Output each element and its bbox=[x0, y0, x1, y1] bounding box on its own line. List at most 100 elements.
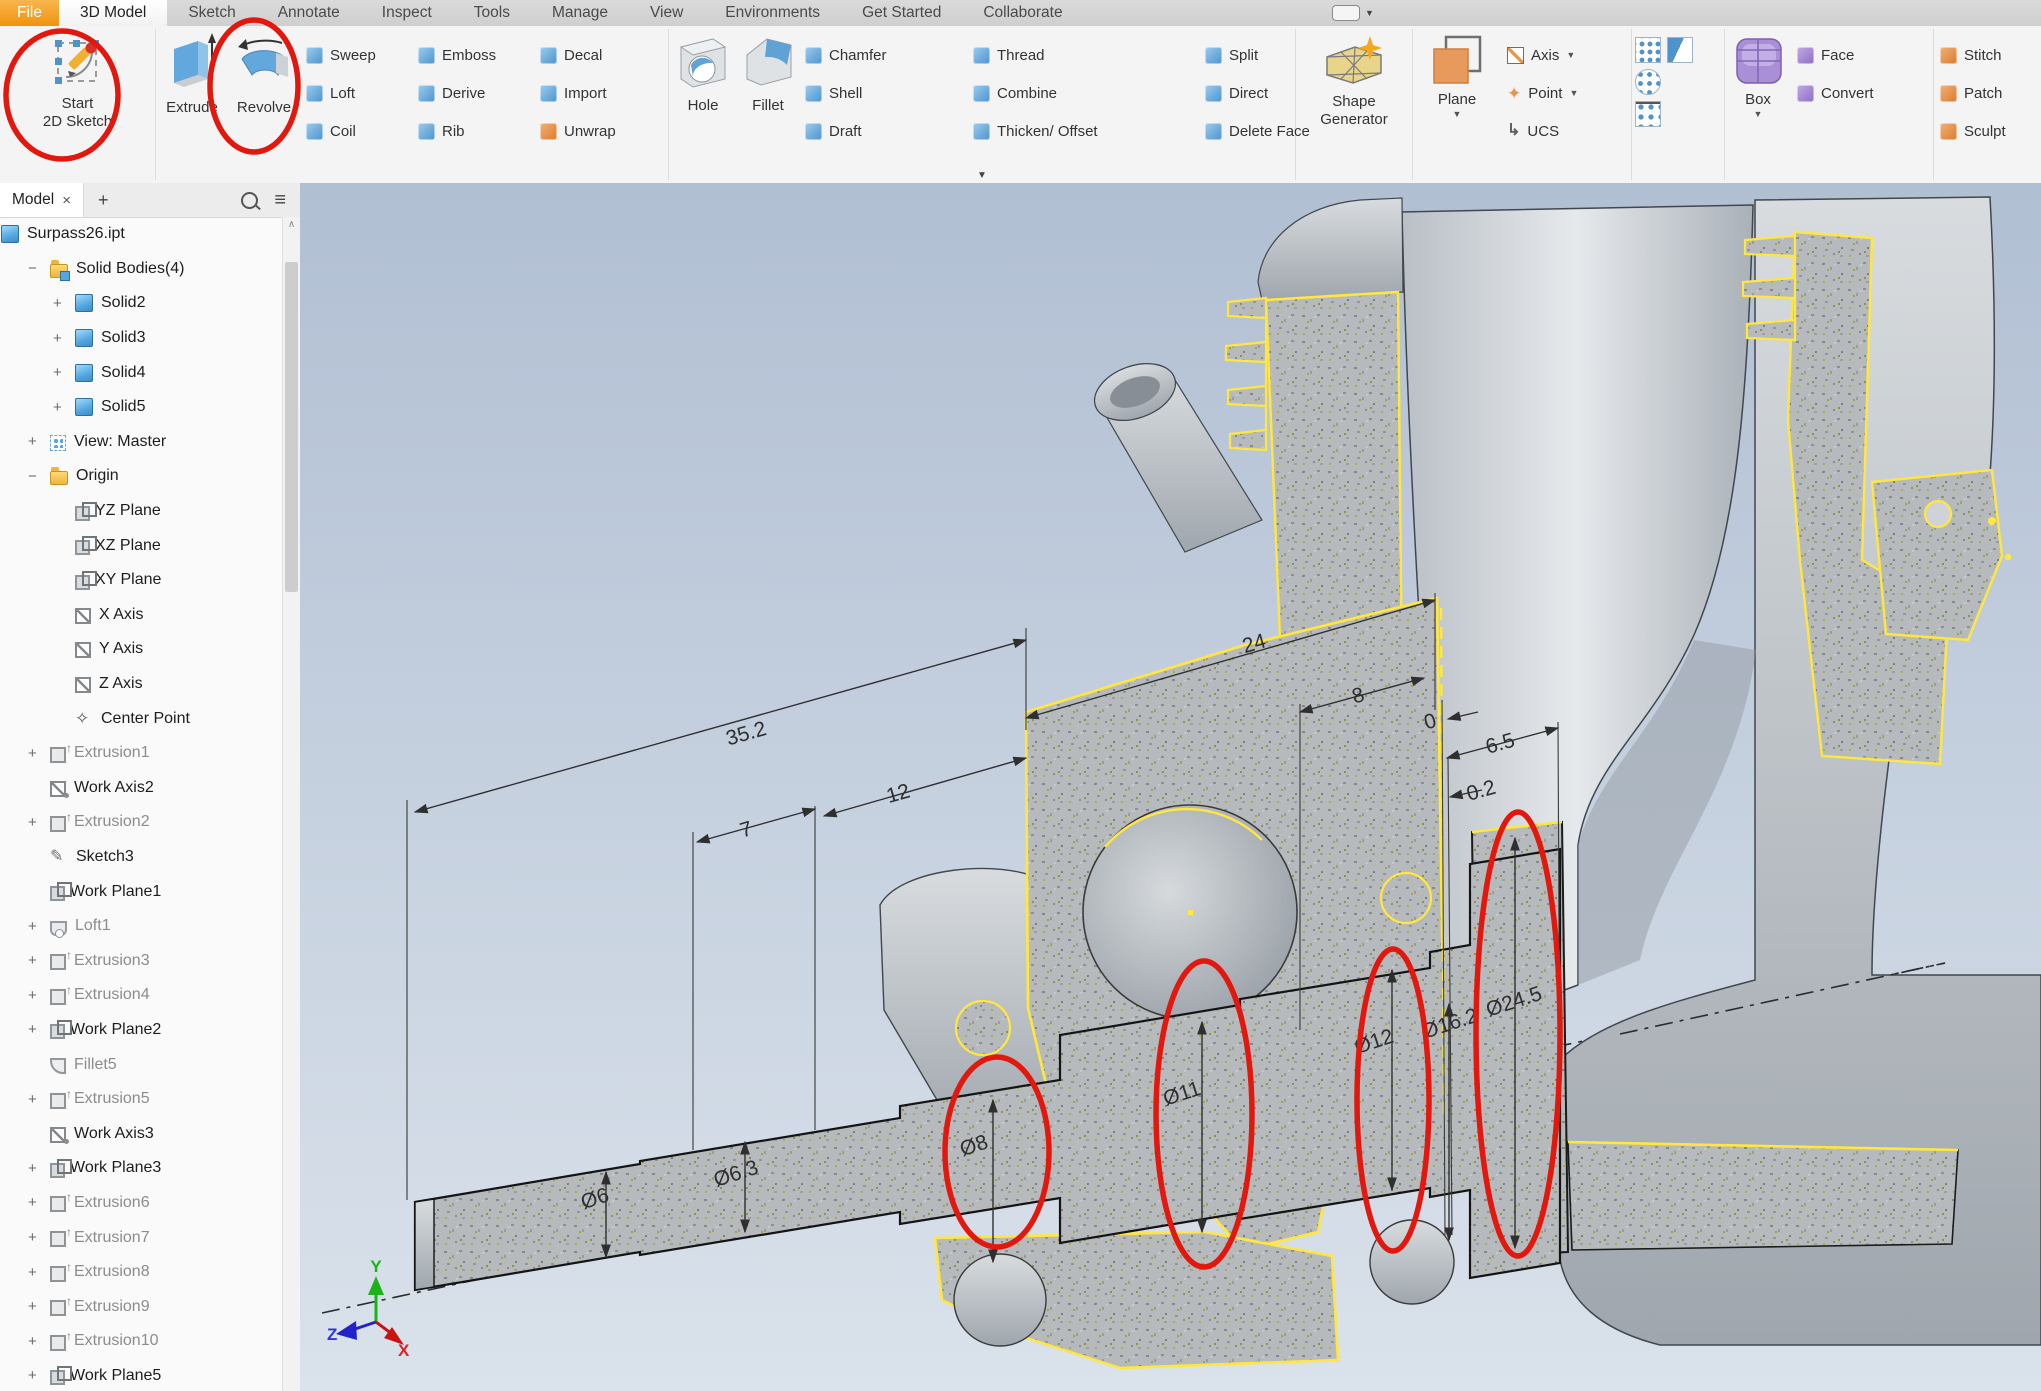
decal-button[interactable]: Decal bbox=[534, 36, 662, 74]
search-icon[interactable] bbox=[241, 192, 258, 209]
tree-expander[interactable]: + bbox=[26, 1264, 50, 1281]
tree-expander[interactable]: − bbox=[26, 468, 50, 485]
circular-pattern-icon[interactable] bbox=[1635, 69, 1661, 95]
tree-item[interactable]: + Extrusion2 bbox=[0, 805, 283, 840]
shell-button[interactable]: Shell bbox=[799, 74, 967, 112]
point-button[interactable]: ✦Point▼ bbox=[1501, 74, 1627, 112]
tree-scrollbar[interactable]: ∧ bbox=[282, 217, 300, 1391]
menu-item[interactable]: Manage bbox=[531, 0, 629, 26]
fillet-button[interactable]: Fillet bbox=[737, 26, 799, 183]
tree-expander[interactable]: + bbox=[26, 1021, 50, 1038]
tree-expander[interactable]: + bbox=[26, 1298, 50, 1315]
tree-item[interactable]: + Extrusion8 bbox=[0, 1255, 283, 1290]
bearing-cup-left[interactable] bbox=[954, 1254, 1046, 1346]
tree-item[interactable]: + Work Plane2 bbox=[0, 1013, 283, 1048]
unwrap-button[interactable]: Unwrap bbox=[534, 112, 662, 150]
hole-button[interactable]: Hole bbox=[669, 26, 737, 183]
mirror-icon[interactable] bbox=[1667, 37, 1693, 63]
tree-item[interactable]: + Solid2 bbox=[0, 286, 283, 321]
face-button[interactable]: Face bbox=[1791, 36, 1929, 74]
tree-item[interactable]: + Extrusion9 bbox=[0, 1289, 283, 1324]
tree-expander[interactable]: + bbox=[26, 952, 50, 969]
extrude-button[interactable]: Extrude bbox=[156, 26, 228, 183]
tree-item[interactable]: Y Axis bbox=[0, 632, 283, 667]
loft-button[interactable]: Loft bbox=[300, 74, 412, 112]
tree-item[interactable]: Work Plane1 bbox=[0, 874, 283, 909]
tree-item[interactable]: XZ Plane bbox=[0, 528, 283, 563]
tree-expander[interactable]: + bbox=[26, 1194, 50, 1211]
tree-item[interactable]: + Extrusion1 bbox=[0, 736, 283, 771]
tree-item[interactable]: + Loft1 bbox=[0, 909, 283, 944]
bearing-ball-right[interactable] bbox=[1381, 873, 1431, 923]
tree-item[interactable]: + Extrusion4 bbox=[0, 978, 283, 1013]
thread-button[interactable]: Thread bbox=[967, 36, 1199, 74]
hamburger-menu-icon[interactable]: ≡ bbox=[274, 190, 286, 210]
point-caret-icon[interactable]: ▼ bbox=[1569, 88, 1578, 98]
import-button[interactable]: Import bbox=[534, 74, 662, 112]
plane-caret-icon[interactable]: ▼ bbox=[1453, 109, 1462, 119]
bearing-ball-left[interactable] bbox=[956, 1001, 1010, 1055]
tree-item[interactable]: + Solid5 bbox=[0, 390, 283, 425]
tree-item[interactable]: + Extrusion3 bbox=[0, 943, 283, 978]
tree-expander[interactable]: + bbox=[51, 330, 75, 347]
scrollbar-thumb[interactable] bbox=[285, 262, 298, 592]
tree-expander[interactable]: + bbox=[26, 745, 50, 762]
tree-expander[interactable]: + bbox=[26, 918, 50, 935]
tree-expander[interactable]: + bbox=[26, 987, 50, 1004]
tree-item[interactable]: X Axis bbox=[0, 598, 283, 633]
emboss-button[interactable]: Emboss bbox=[412, 36, 534, 74]
tree-item[interactable]: − Origin bbox=[0, 459, 283, 494]
sketch-driven-pattern-icon[interactable] bbox=[1635, 101, 1661, 127]
viewport-3d[interactable]: 35.2 12 7 24 8 0 6.5 0.2 Ø6 Ø6.3 Ø8 Ø11 … bbox=[300, 183, 2041, 1391]
tree-item[interactable]: + Work Plane3 bbox=[0, 1151, 283, 1186]
tree-expander[interactable]: + bbox=[26, 1160, 50, 1177]
close-icon[interactable]: × bbox=[62, 192, 71, 209]
rectangular-pattern-icon[interactable] bbox=[1635, 37, 1661, 63]
tree-item[interactable]: + View: Master bbox=[0, 425, 283, 460]
menu-item[interactable]: Tools bbox=[453, 0, 531, 26]
tree-expander[interactable]: + bbox=[26, 1367, 50, 1384]
box-button[interactable]: Box ▼ bbox=[1725, 26, 1791, 183]
crank-web-right-section[interactable] bbox=[1568, 1142, 1958, 1250]
patch-button[interactable]: Patch bbox=[1934, 74, 2041, 112]
plane-button[interactable]: Plane ▼ bbox=[1413, 26, 1501, 183]
tree-item[interactable]: + Solid4 bbox=[0, 355, 283, 390]
tree-item[interactable]: Fillet5 bbox=[0, 1047, 283, 1082]
tree-expander[interactable]: + bbox=[26, 433, 50, 450]
menu-item[interactable]: 3D Model bbox=[59, 0, 167, 26]
menu-item[interactable]: File bbox=[0, 0, 59, 26]
ucs-button[interactable]: ↳UCS bbox=[1501, 112, 1627, 150]
sculpt-button[interactable]: Sculpt bbox=[1934, 112, 2041, 150]
tree-item[interactable]: XY Plane bbox=[0, 563, 283, 598]
bearing-cup-right[interactable] bbox=[1370, 1220, 1454, 1304]
menu-item[interactable]: Sketch bbox=[167, 0, 256, 26]
combine-button[interactable]: Combine bbox=[967, 74, 1199, 112]
tree-expander[interactable]: + bbox=[26, 814, 50, 831]
tree-item[interactable]: Surpass26.ipt bbox=[0, 217, 283, 252]
tab-model[interactable]: Model × bbox=[0, 183, 84, 217]
tree-item[interactable]: + Work Plane5 bbox=[0, 1359, 283, 1391]
tree-item[interactable]: + Extrusion6 bbox=[0, 1186, 283, 1221]
draft-button[interactable]: Draft bbox=[799, 112, 967, 150]
chamfer-button[interactable]: Chamfer bbox=[799, 36, 967, 74]
sweep-button[interactable]: Sweep bbox=[300, 36, 412, 74]
axis-button[interactable]: Axis▼ bbox=[1501, 36, 1627, 74]
tree-item[interactable]: + Extrusion5 bbox=[0, 1082, 283, 1117]
coil-button[interactable]: Coil bbox=[300, 112, 412, 150]
scroll-up-icon[interactable]: ∧ bbox=[283, 217, 300, 234]
tree-item[interactable]: Center Point bbox=[0, 701, 283, 736]
rib-button[interactable]: Rib bbox=[412, 112, 534, 150]
menu-item[interactable]: Get Started bbox=[841, 0, 962, 26]
tree-expander[interactable]: + bbox=[26, 1333, 50, 1350]
tree-item[interactable]: Sketch3 bbox=[0, 840, 283, 875]
stitch-button[interactable]: Stitch bbox=[1934, 36, 2041, 74]
menu-item[interactable]: View bbox=[629, 0, 704, 26]
tree-expander[interactable]: + bbox=[26, 1091, 50, 1108]
tree-expander[interactable]: + bbox=[51, 295, 75, 312]
menu-item[interactable]: Collaborate bbox=[962, 0, 1083, 26]
shape-generator-button[interactable]: Shape Generator bbox=[1320, 26, 1388, 183]
tree-item[interactable]: Work Axis3 bbox=[0, 1116, 283, 1151]
menu-item[interactable]: Environments bbox=[704, 0, 841, 26]
start-2d-sketch-button[interactable]: Start 2D Sketch bbox=[43, 26, 112, 183]
menu-item[interactable]: Annotate bbox=[257, 0, 361, 26]
